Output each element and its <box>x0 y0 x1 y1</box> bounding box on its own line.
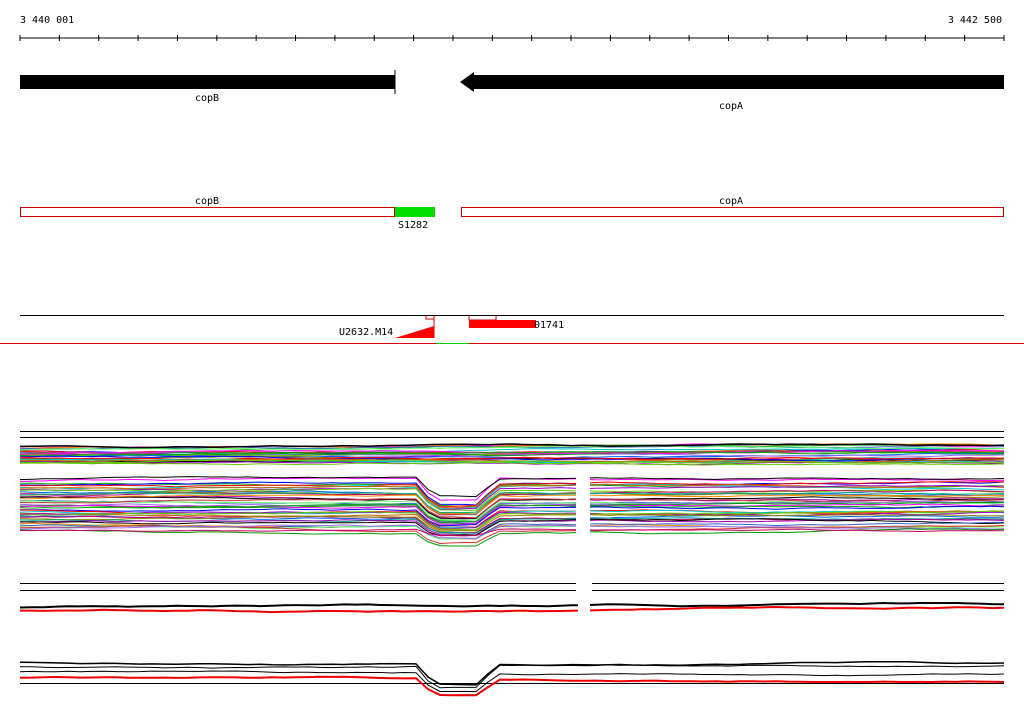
feature-box-copB[interactable] <box>20 207 395 217</box>
feature-label-copB: copB <box>195 196 219 207</box>
probe-box-01741[interactable] <box>469 320 536 328</box>
gene-label-copB: copB <box>195 93 219 104</box>
expression-panel-2 <box>19 470 1005 547</box>
feature-box-S1282[interactable] <box>395 207 435 217</box>
panel1-profile-lines <box>19 443 1005 466</box>
probe-label-U2632-M14: U2632.M14 <box>339 327 393 338</box>
gene-arrow-copB[interactable] <box>20 75 395 89</box>
expression-panel-4 <box>19 660 1005 697</box>
genome-browser-view: 3 440 001 3 442 500 copB copA copB S1282… <box>0 15 1024 697</box>
gene-arrow-copA[interactable] <box>460 72 1004 92</box>
feature-label-copA: copA <box>719 196 743 207</box>
feature-label-S1282: S1282 <box>398 220 428 231</box>
panel2-profile-lines <box>19 476 1005 547</box>
expression-panel-3 <box>19 575 1005 620</box>
probe-label-01741: 01741 <box>534 320 564 331</box>
coordinate-ruler: 3 440 001 3 442 500 <box>19 15 1005 41</box>
profile-line <box>19 663 1005 689</box>
ruler-start-label: 3 440 001 <box>20 15 74 26</box>
profile-line <box>19 601 1005 609</box>
feature-box-copA[interactable] <box>461 207 1004 217</box>
panel3-profile-lines <box>19 601 1005 614</box>
panel2-gap <box>576 470 590 540</box>
panel4-profile-lines <box>19 660 1005 697</box>
expression-panel-1 <box>19 431 1005 466</box>
profile-line <box>19 675 1005 697</box>
gene-track: copB copA <box>20 70 1004 112</box>
gene-label-copA: copA <box>719 101 743 112</box>
panel3-gap <box>578 575 590 620</box>
profile-line <box>20 605 1005 614</box>
probe-wedge-U2632-M14[interactable] <box>395 326 434 338</box>
annotation-track: copB S1282 copA <box>20 196 1004 231</box>
ruler-end-label: 3 442 500 <box>948 15 1002 26</box>
probe-track: U2632.M14 01741 <box>0 315 1024 344</box>
